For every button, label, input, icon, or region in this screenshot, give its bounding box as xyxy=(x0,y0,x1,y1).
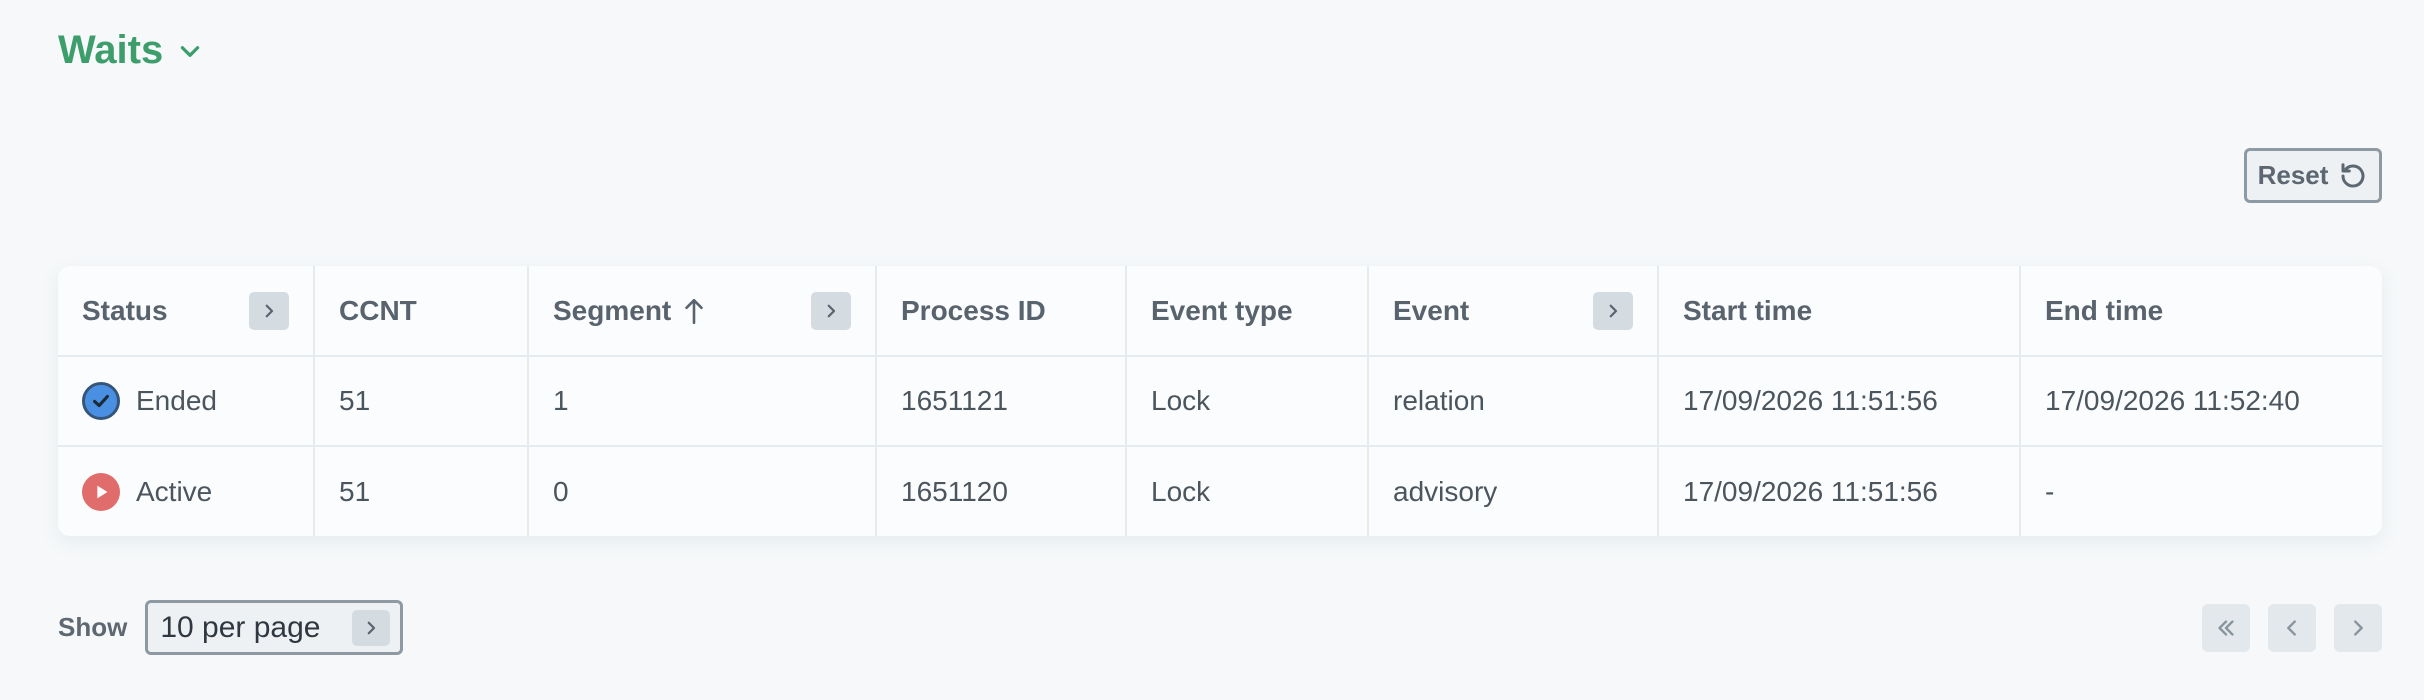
double-chevron-left-icon xyxy=(2218,620,2234,636)
cell-segment: 1 xyxy=(528,356,877,447)
chevron-right-icon xyxy=(1609,304,1618,317)
column-header-status[interactable]: Status xyxy=(58,266,315,357)
per-page-value: 10 per page xyxy=(160,610,321,644)
cell-end-time: - xyxy=(2045,475,2055,507)
column-header-ccnt[interactable]: CCNT xyxy=(314,266,529,357)
chevron-right-icon xyxy=(2354,620,2363,636)
column-header-label: Status xyxy=(82,295,168,327)
page-size-control: Show 10 per page xyxy=(58,600,404,655)
column-header-event[interactable]: Event xyxy=(1368,266,1659,357)
sort-ascending-icon[interactable] xyxy=(681,296,707,326)
column-header-event-type[interactable]: Event type xyxy=(1126,266,1369,357)
column-header-text: Segment xyxy=(553,294,672,326)
cell-event: advisory xyxy=(1368,446,1659,536)
check-circle-icon xyxy=(82,382,120,420)
chevron-right-icon xyxy=(367,621,376,634)
column-header-text: Start time xyxy=(1683,294,1813,326)
cell-start-time: 17/09/2026 11:51:56 xyxy=(1658,356,2021,447)
column-header-text: Event type xyxy=(1151,294,1293,326)
cell-segment: 0 xyxy=(528,446,877,536)
column-expand-toggle[interactable] xyxy=(811,291,851,330)
table-header-row: Status CCNT Segment Process ID Event type Eve… xyxy=(58,266,2382,357)
chevron-right-icon xyxy=(265,304,274,317)
cell-process-id: 1651121 xyxy=(876,356,1127,447)
reset-button-label: Reset xyxy=(2257,160,2329,190)
cell-start-time: 17/09/2026 11:51:56 xyxy=(1658,446,2021,536)
per-page-select[interactable]: 10 per page xyxy=(145,600,404,655)
column-header-label: Segment xyxy=(553,295,707,327)
column-expand-toggle[interactable] xyxy=(249,291,289,330)
cell-status: Ended xyxy=(58,356,315,447)
column-header-start-time[interactable]: Start time xyxy=(1658,266,2021,357)
column-header-text: CCNT xyxy=(339,294,417,326)
cell-status: Active xyxy=(58,446,315,536)
page-title-text: Waits xyxy=(58,28,164,72)
cell-event-type: Lock xyxy=(1126,446,1369,536)
cell-ccnt: 51 xyxy=(314,446,529,536)
chevron-left-icon xyxy=(2287,620,2296,636)
status-text: Ended xyxy=(136,385,217,416)
table-row[interactable]: Ended 51 1 1651121 Lock relation 17/09/2026 11… xyxy=(58,356,2382,447)
column-header-text: Status xyxy=(82,294,168,326)
first-page-button[interactable] xyxy=(2202,604,2250,652)
previous-page-button[interactable] xyxy=(2268,604,2316,652)
column-header-label: Process ID xyxy=(901,295,1046,327)
chevron-down-icon xyxy=(180,45,200,57)
waits-table: Status CCNT Segment Process ID Event type Eve… xyxy=(58,266,2382,536)
waits-table-card: Status CCNT Segment Process ID Event type Eve… xyxy=(58,266,2382,536)
next-page-button[interactable] xyxy=(2334,604,2382,652)
cell-event: relation xyxy=(1368,356,1659,447)
pagination xyxy=(2202,604,2382,652)
reset-icon xyxy=(2341,162,2365,188)
chevron-right-icon xyxy=(827,304,836,317)
column-header-text: End time xyxy=(2045,294,2164,326)
status-badge: Active xyxy=(82,472,289,511)
table-row[interactable]: Active 51 0 1651120 Lock advisory 17/09/2026 1… xyxy=(58,446,2382,536)
column-header-process-id[interactable]: Process ID xyxy=(876,266,1127,357)
cell-event-type: Lock xyxy=(1126,356,1369,447)
status-badge: Ended xyxy=(82,382,289,420)
column-header-label: CCNT xyxy=(339,295,417,327)
column-header-text: Event xyxy=(1393,294,1470,326)
column-header-label: Start time xyxy=(1683,295,1812,327)
show-label: Show xyxy=(58,612,128,642)
column-header-label: End time xyxy=(2045,295,2163,327)
cell-ccnt: 51 xyxy=(314,356,529,447)
column-expand-toggle[interactable] xyxy=(1593,291,1633,330)
column-header-label: Event xyxy=(1393,295,1469,327)
column-header-text: Process ID xyxy=(901,294,1046,326)
page-title[interactable]: Waits xyxy=(58,28,203,73)
reset-button[interactable]: Reset xyxy=(2244,148,2382,203)
column-header-label: Event type xyxy=(1151,295,1293,327)
per-page-toggle[interactable] xyxy=(352,609,391,646)
cell-end-time: 17/09/2026 11:52:40 xyxy=(2020,356,2382,447)
column-header-segment[interactable]: Segment xyxy=(528,266,877,357)
status-text: Active xyxy=(136,475,213,507)
play-circle-icon xyxy=(82,472,120,511)
table-body: Ended 51 1 1651121 Lock relation 17/09/2026 11… xyxy=(58,356,2382,536)
column-header-end-time[interactable]: End time xyxy=(2020,266,2382,357)
cell-process-id: 1651120 xyxy=(876,446,1127,536)
